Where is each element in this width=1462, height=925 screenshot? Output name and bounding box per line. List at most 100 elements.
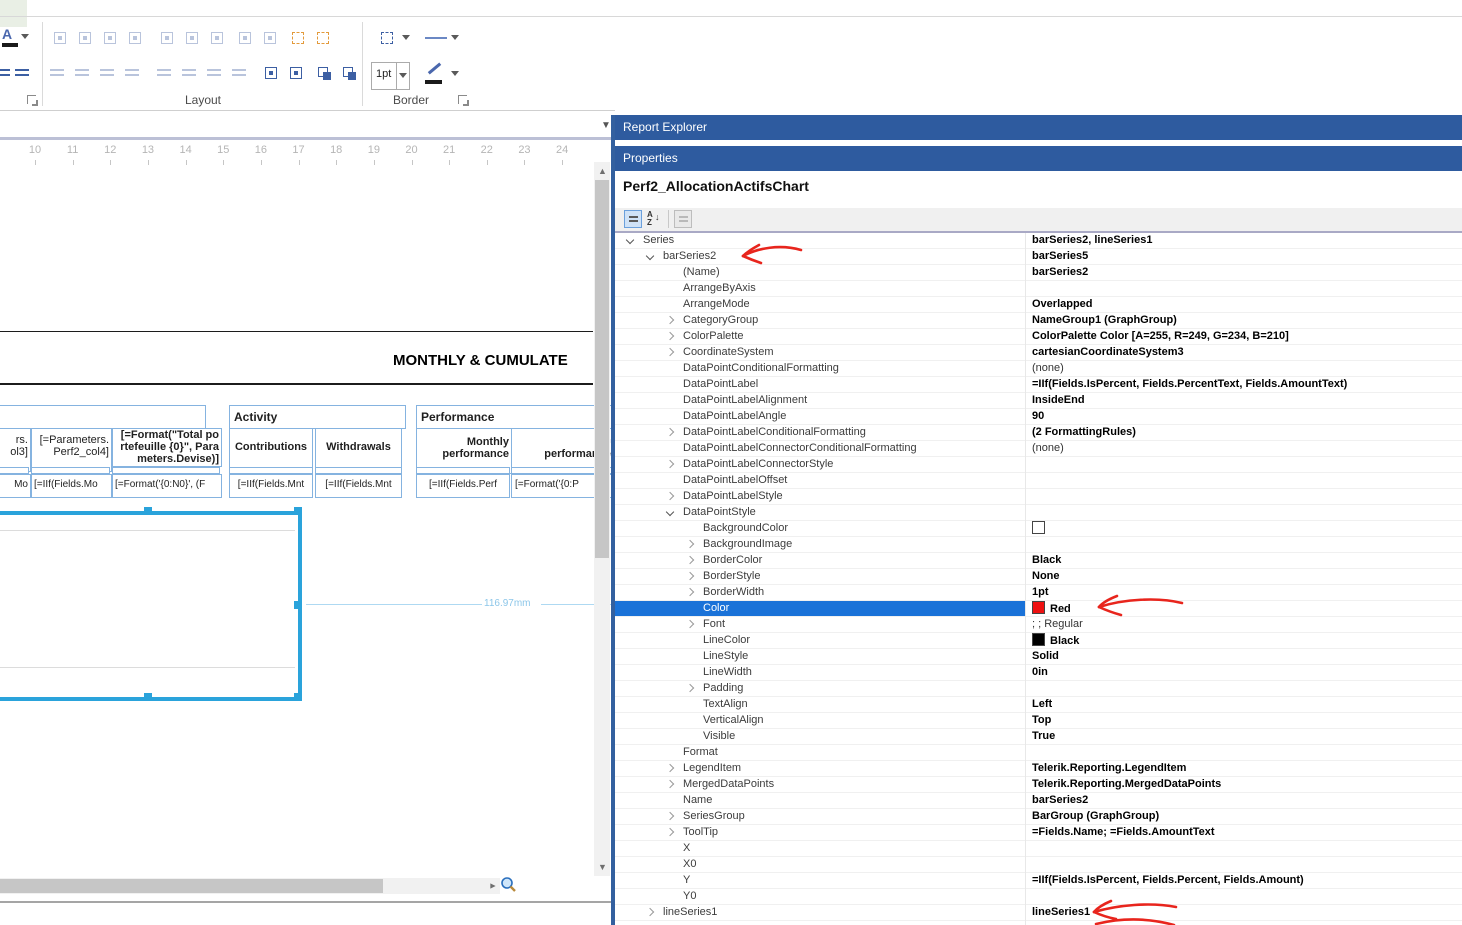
left-table-spacer-cell[interactable] xyxy=(112,467,220,474)
border-style-icon[interactable] xyxy=(378,29,396,47)
property-row-datapointconditionalformatting[interactable]: DataPointConditionalFormatting (none) xyxy=(615,361,1462,377)
left-table-data-cell[interactable]: [=Format('{0:N0}', (F xyxy=(112,474,222,498)
left-table-title-cell[interactable] xyxy=(0,405,206,429)
property-row-linewidth[interactable]: LineWidth 0in xyxy=(615,665,1462,681)
activity-data-cell[interactable]: [=IIf(Fields.Mnt xyxy=(315,474,402,498)
border-color-pen-icon[interactable] xyxy=(427,62,442,75)
property-row-barseries2[interactable]: barSeries2 barSeries5 xyxy=(615,249,1462,265)
properties-header[interactable]: Properties xyxy=(615,146,1462,171)
align-centers-icon[interactable] xyxy=(76,29,94,47)
decrease-vertical-spacing-icon[interactable] xyxy=(205,64,223,82)
performance-table-title[interactable]: Performance xyxy=(416,405,622,429)
property-row-font[interactable]: Font ; ; Regular xyxy=(615,617,1462,633)
property-row-datapointlabeloffset[interactable]: DataPointLabelOffset xyxy=(615,473,1462,489)
filter-dropdown-icon[interactable]: ▼ xyxy=(601,120,611,131)
left-table-data-cell[interactable]: Mo xyxy=(0,474,31,498)
activity-spacer-cell[interactable] xyxy=(229,467,313,474)
send-to-back-icon[interactable] xyxy=(340,64,358,82)
property-row-bordercolor[interactable]: BorderColor Black xyxy=(615,553,1462,569)
center-horizontally-icon[interactable] xyxy=(262,64,280,82)
activity-spacer-cell[interactable] xyxy=(315,467,402,474)
property-row-colorpalette[interactable]: ColorPalette ColorPalette Color [A=255, R… xyxy=(615,329,1462,345)
left-table-header-cell[interactable]: rs. ol3] xyxy=(0,428,31,472)
horizontal-scrollbar-thumb[interactable] xyxy=(0,879,383,893)
property-grid-column-divider[interactable] xyxy=(1025,233,1026,925)
property-row-borderstyle[interactable]: BorderStyle None xyxy=(615,569,1462,585)
property-row-categorygroup[interactable]: CategoryGroup NameGroup1 (GraphGroup) xyxy=(615,313,1462,329)
vertical-scrollbar-thumb[interactable] xyxy=(595,180,609,558)
property-row-textalign[interactable]: TextAlign Left xyxy=(615,697,1462,713)
left-table-spacer-cell[interactable] xyxy=(31,467,110,474)
selection-handle[interactable] xyxy=(144,507,152,515)
left-table-header-cell[interactable]: [=Parameters. Perf2_col4] xyxy=(31,428,112,472)
scroll-right-icon[interactable]: ▼ xyxy=(487,882,497,891)
selection-handle[interactable] xyxy=(294,693,302,701)
border-color-dropdown-icon[interactable] xyxy=(451,71,459,76)
property-row-series[interactable]: Series barSeries2, lineSeries1 xyxy=(615,233,1462,249)
property-row-datapointlabelstyle[interactable]: DataPointLabelStyle xyxy=(615,489,1462,505)
property-row-y0[interactable]: Y0 xyxy=(615,889,1462,905)
align-lefts-icon[interactable] xyxy=(51,29,69,47)
border-line-dropdown-icon[interactable] xyxy=(451,35,459,40)
selection-handle[interactable] xyxy=(294,507,302,515)
property-row-datapointlabelconnectorconditionalformatting[interactable]: DataPointLabelConnectorConditionalFormat… xyxy=(615,441,1462,457)
align-vcenters-icon[interactable] xyxy=(183,29,201,47)
increase-horizontal-spacing-icon[interactable] xyxy=(73,64,91,82)
bring-to-front-icon[interactable] xyxy=(315,64,333,82)
activity-data-cell[interactable]: [=IIf(Fields.Mnt xyxy=(229,474,313,498)
border-width-dropdown[interactable] xyxy=(396,63,409,89)
align-tops-icon[interactable] xyxy=(158,29,176,47)
font-color-dropdown-icon[interactable] xyxy=(21,34,29,39)
property-row-datapointlabel[interactable]: DataPointLabel =IIf(Fields.IsPercent, Fie… xyxy=(615,377,1462,393)
property-row-datapointstyle[interactable]: DataPointStyle xyxy=(615,505,1462,521)
property-row-x[interactable]: X xyxy=(615,841,1462,857)
decrease-horizontal-spacing-icon[interactable] xyxy=(98,64,116,82)
font-color-icon[interactable]: A xyxy=(2,26,12,42)
property-row-linestyle[interactable]: LineStyle Solid xyxy=(615,649,1462,665)
property-row-seriesgroup[interactable]: SeriesGroup BarGroup (GraphGroup) xyxy=(615,809,1462,825)
size-to-grid-icon[interactable] xyxy=(289,29,307,47)
property-row-datapointlabelconnectorstyle[interactable]: DataPointLabelConnectorStyle xyxy=(615,457,1462,473)
property-row-visible[interactable]: Visible True xyxy=(615,729,1462,745)
report-title[interactable]: MONTHLY & CUMULATE xyxy=(393,352,593,372)
property-row-padding[interactable]: Padding xyxy=(615,681,1462,697)
equal-vertical-spacing-icon[interactable] xyxy=(155,64,173,82)
property-row-borderwidth[interactable]: BorderWidth 1pt xyxy=(615,585,1462,601)
selection-handle[interactable] xyxy=(294,601,302,609)
magnifier-icon[interactable] xyxy=(500,876,518,894)
scroll-down-icon[interactable]: ▼ xyxy=(598,862,607,872)
justify-text-icon[interactable] xyxy=(13,64,31,82)
property-row-datapointlabelconditionalformatting[interactable]: DataPointLabelConditionalFormatting (2 Fo… xyxy=(615,425,1462,441)
equal-horizontal-spacing-icon[interactable] xyxy=(48,64,66,82)
property-row--name-[interactable]: (Name) barSeries2 xyxy=(615,265,1462,281)
left-table-data-cell[interactable]: [=IIf(Fields.Mo xyxy=(31,474,112,498)
snap-to-grid-icon[interactable] xyxy=(314,29,332,47)
property-row-arrangemode[interactable]: ArrangeMode Overlapped xyxy=(615,297,1462,313)
font-dialog-launcher-icon[interactable] xyxy=(27,95,38,106)
make-same-height-icon[interactable] xyxy=(261,29,279,47)
align-bottoms-icon[interactable] xyxy=(208,29,226,47)
property-row-coordinatesystem[interactable]: CoordinateSystem cartesianCoordinateSyste… xyxy=(615,345,1462,361)
property-row-lineseries1[interactable]: lineSeries1 lineSeries1 xyxy=(615,905,1462,921)
property-row-format[interactable]: Format xyxy=(615,745,1462,761)
property-row-linecolor[interactable]: LineColor Black xyxy=(615,633,1462,649)
selected-chart-element[interactable] xyxy=(0,511,302,701)
property-row-color[interactable]: Color Red xyxy=(615,601,1462,617)
border-line-icon[interactable] xyxy=(425,37,447,39)
property-row-legenditem[interactable]: LegendItem Telerik.Reporting.LegendItem xyxy=(615,761,1462,777)
border-width-combo[interactable]: 1pt xyxy=(371,62,410,90)
property-row-x0[interactable]: X0 xyxy=(615,857,1462,873)
border-dialog-launcher-icon[interactable] xyxy=(458,95,469,106)
left-table-spacer-cell[interactable] xyxy=(0,467,29,474)
align-text-left-icon[interactable] xyxy=(0,64,12,82)
property-row-tooltip[interactable]: ToolTip =Fields.Name; =Fields.AmountText xyxy=(615,825,1462,841)
property-row-name[interactable]: Name barSeries2 xyxy=(615,793,1462,809)
property-row-backgroundimage[interactable]: BackgroundImage xyxy=(615,537,1462,553)
performance-data-cell[interactable]: [=IIf(Fields.Perf xyxy=(416,474,510,498)
performance-spacer-cell[interactable] xyxy=(416,467,510,474)
align-rights-icon[interactable] xyxy=(126,29,144,47)
make-same-width-icon[interactable] xyxy=(236,29,254,47)
property-row-backgroundcolor[interactable]: BackgroundColor xyxy=(615,521,1462,537)
border-style-dropdown-icon[interactable] xyxy=(402,35,410,40)
alphabetical-sort-icon[interactable]: A Z ↓ xyxy=(645,210,663,228)
